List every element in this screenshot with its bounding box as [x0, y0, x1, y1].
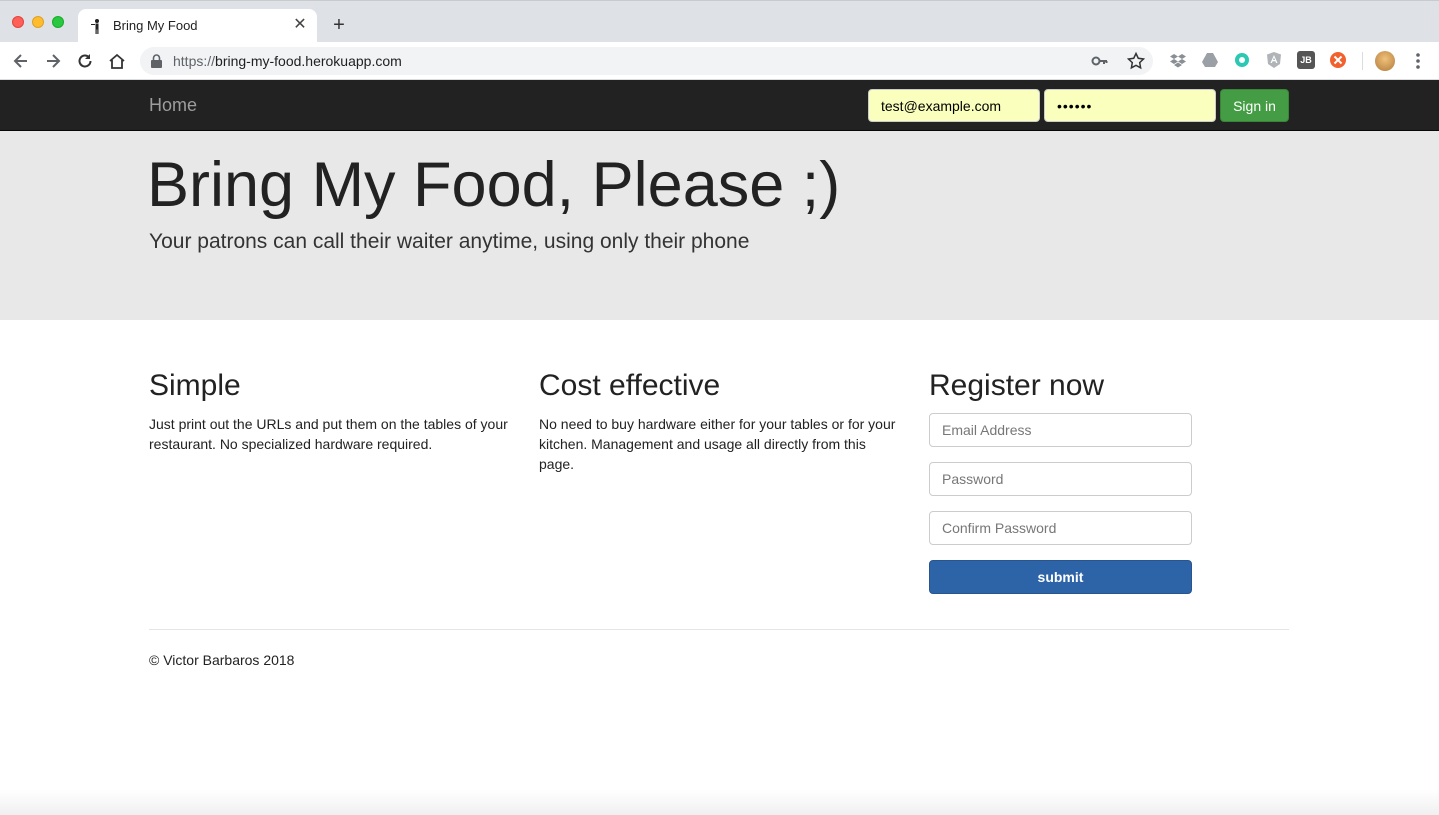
- feature-cost-effective: Cost effective No need to buy hardware e…: [539, 366, 899, 474]
- register-heading: Register now: [929, 369, 1105, 402]
- tab-title: Bring My Food: [113, 18, 198, 33]
- sign-in-button[interactable]: Sign in: [1220, 89, 1289, 122]
- color-extension-icon[interactable]: [1233, 51, 1251, 69]
- bookmark-star-icon[interactable]: [1126, 51, 1146, 70]
- hero-subtitle: Your patrons can call their waiter anyti…: [149, 230, 750, 253]
- tab-close-icon[interactable]: ✕: [291, 16, 309, 34]
- feature-simple: Simple Just print out the URLs and put t…: [149, 366, 509, 454]
- key-icon[interactable]: [1091, 52, 1109, 70]
- profile-avatar[interactable]: [1375, 51, 1395, 71]
- browser-tab[interactable]: Bring My Food ✕: [78, 9, 317, 43]
- home-link[interactable]: Home: [149, 95, 197, 116]
- window-minimize-button[interactable]: [32, 16, 44, 28]
- url-text: https://bring-my-food.herokuapp.com: [173, 53, 402, 69]
- toolbar-separator: [1362, 52, 1363, 70]
- forward-arrow-icon[interactable]: [43, 51, 63, 71]
- footer-divider: [149, 629, 1289, 630]
- new-tab-button[interactable]: +: [329, 15, 349, 35]
- browser-toolbar: https://bring-my-food.herokuapp.com JB: [0, 42, 1439, 80]
- feature-heading: Simple: [149, 369, 241, 402]
- lock-icon: [151, 54, 162, 68]
- register-password-input[interactable]: [929, 462, 1192, 496]
- navbar-email-input[interactable]: [868, 89, 1040, 122]
- register-email-input[interactable]: [929, 413, 1192, 447]
- dropbox-extension-icon[interactable]: [1169, 51, 1187, 69]
- home-icon[interactable]: [107, 51, 127, 71]
- submit-button[interactable]: submit: [929, 560, 1192, 594]
- feature-text: Just print out the URLs and put them on …: [149, 416, 508, 452]
- waiter-favicon-icon: [90, 18, 104, 34]
- footer-copyright: © Victor Barbaros 2018: [149, 652, 295, 668]
- hero-title: Bring My Food, Please ;): [147, 150, 841, 220]
- window-close-button[interactable]: [12, 16, 24, 28]
- register-confirm-password-input[interactable]: [929, 511, 1192, 545]
- ublock-extension-icon[interactable]: [1329, 51, 1347, 69]
- navbar-password-input[interactable]: [1044, 89, 1216, 122]
- browser-tabstrip: Bring My Food ✕ +: [0, 0, 1439, 43]
- address-bar[interactable]: https://bring-my-food.herokuapp.com: [140, 47, 1153, 75]
- feature-text: No need to buy hardware either for your …: [539, 416, 896, 472]
- drive-extension-icon[interactable]: [1201, 51, 1219, 69]
- angular-extension-icon[interactable]: [1265, 51, 1283, 69]
- window-bottom-shadow: [0, 790, 1439, 815]
- feature-heading: Cost effective: [539, 369, 721, 402]
- jetbrains-extension-icon[interactable]: JB: [1297, 51, 1315, 69]
- site-navbar: Home Sign in: [0, 80, 1439, 131]
- window-zoom-button[interactable]: [52, 16, 64, 28]
- register-panel: Register now: [929, 366, 1289, 414]
- back-arrow-icon[interactable]: [11, 51, 31, 71]
- reload-icon[interactable]: [75, 51, 95, 71]
- hero-section: Bring My Food, Please ;) Your patrons ca…: [0, 131, 1439, 320]
- kebab-menu-icon[interactable]: [1410, 51, 1426, 71]
